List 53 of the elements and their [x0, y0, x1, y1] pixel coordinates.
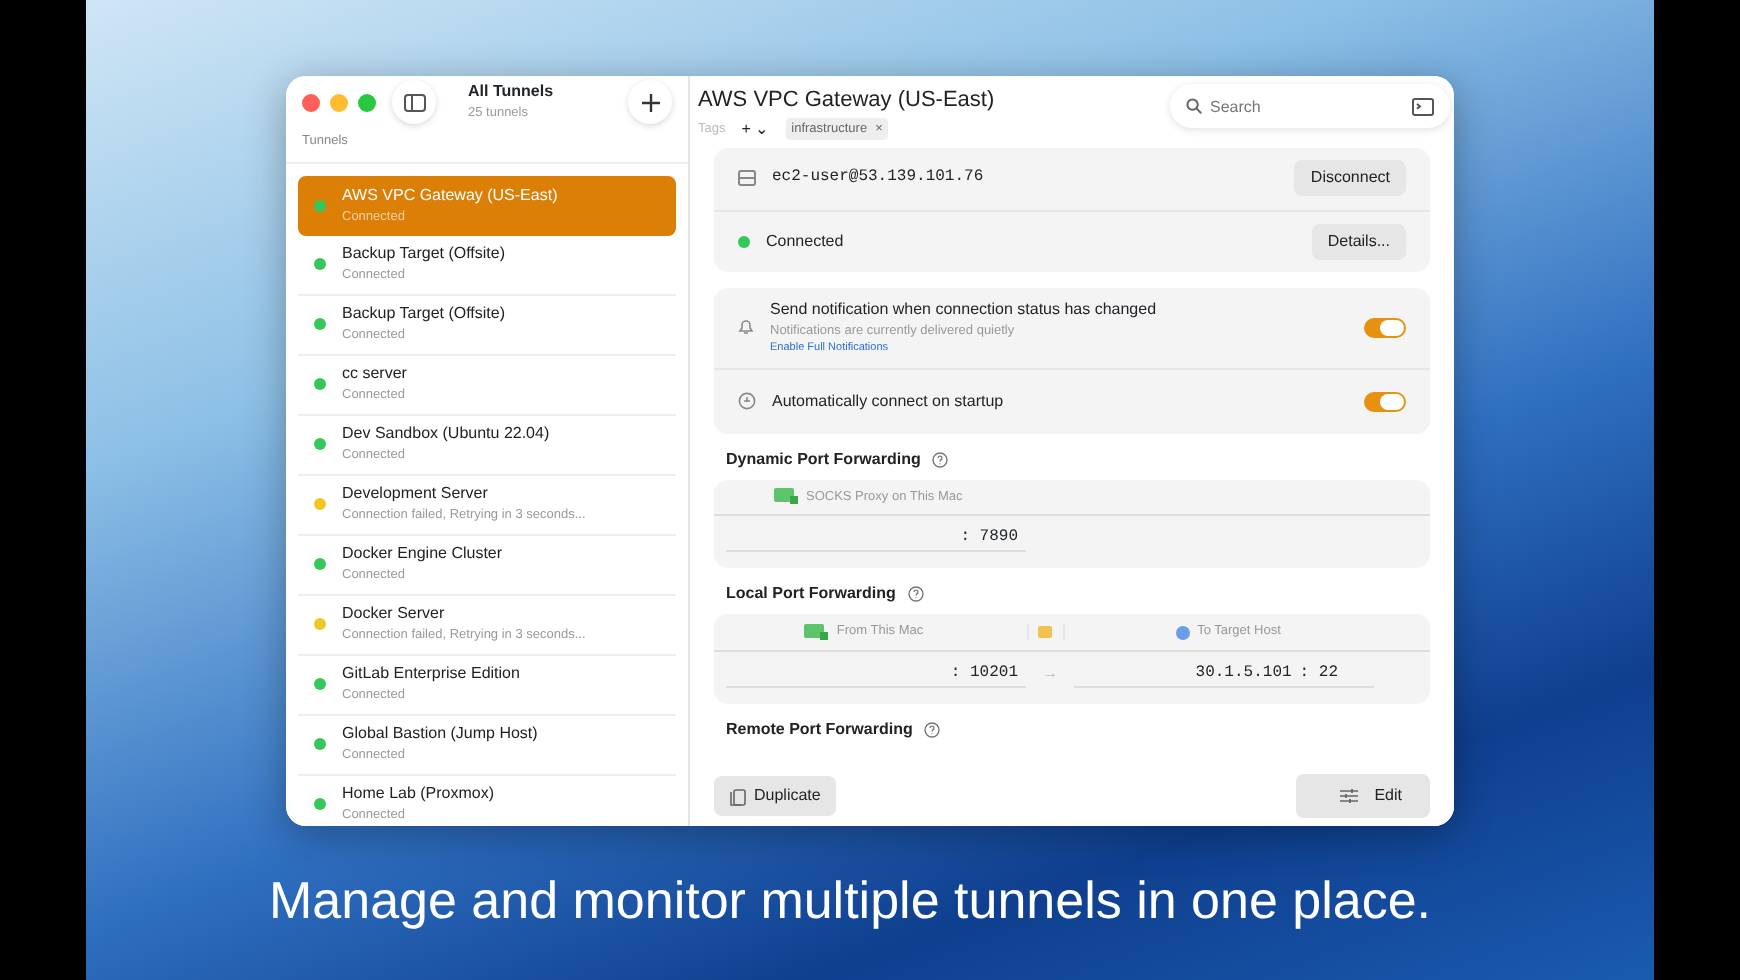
- tunnel-name: Home Lab (Proxmox): [342, 782, 495, 807]
- tunnel-name: Global Bastion (Jump Host): [342, 722, 538, 747]
- section-heading: Dynamic Port Forwarding: [726, 447, 921, 471]
- tunnel-name: Backup Target (Offsite): [342, 302, 506, 327]
- sidebar-toggle-button[interactable]: [392, 80, 436, 124]
- sliders-icon: [1340, 788, 1359, 804]
- sidebar-icon: [403, 93, 425, 111]
- add-button[interactable]: [628, 80, 672, 124]
- globe-icon: [1175, 625, 1190, 640]
- host-text: 30.1.5.101: [1195, 662, 1292, 686]
- tunnel-name: Docker Server: [342, 602, 447, 627]
- edit-button[interactable]: Edit: [1296, 774, 1430, 818]
- tunnel-name: Backup Target (Offsite): [342, 242, 506, 267]
- tunnel-name: Dev Sandbox (Ubuntu 22.04): [342, 422, 550, 447]
- detail-title: AWS VPC Gateway (US-East): [698, 86, 997, 116]
- copy-icon: [730, 787, 746, 805]
- help-icon[interactable]: [907, 586, 924, 603]
- host-address: ec2-user@53.139.101.76: [772, 166, 986, 190]
- setting-label: Automatically connect on startup: [772, 389, 1006, 413]
- add-tag-button[interactable]: + ⌄: [741, 117, 770, 141]
- caption-text: Manage and monitor multiple tunnels in one place.: [266, 868, 1434, 934]
- plus-icon: [641, 93, 659, 111]
- tunnel-name: Docker Engine Cluster: [342, 542, 503, 567]
- port-field[interactable]: : 10201: [726, 662, 1026, 688]
- disconnect-button[interactable]: Disconnect: [1294, 160, 1406, 196]
- duplicate-button[interactable]: Duplicate: [714, 776, 837, 816]
- computer-icon: [804, 624, 829, 641]
- server-icon: [738, 170, 756, 186]
- help-icon[interactable]: [932, 451, 949, 467]
- terminal-icon[interactable]: [1412, 97, 1434, 115]
- port-text: : 22: [1299, 662, 1338, 686]
- help-icon[interactable]: [924, 722, 941, 738]
- sidebar-title: All Tunnels: [468, 80, 556, 105]
- search-field[interactable]: Search: [1170, 84, 1450, 128]
- setting-label: Send notification when connection status has changed: [770, 297, 1159, 321]
- section-heading: Local Port Forwarding: [726, 582, 896, 607]
- toggle-switch[interactable]: [1364, 317, 1406, 337]
- tunnel-name: Development Server: [342, 482, 490, 507]
- tunnel-name: GitLab Enterprise Edition: [342, 662, 520, 687]
- search-icon: [1186, 98, 1202, 114]
- section-heading: Remote Port Forwarding: [726, 718, 913, 742]
- close-button[interactable]: [302, 93, 320, 111]
- target-host-field[interactable]: 30.1.5.101 : 22: [1074, 662, 1374, 688]
- power-icon: [738, 392, 756, 410]
- arrow-icon: →: [1026, 663, 1074, 687]
- connection-status: Connected: [766, 229, 846, 253]
- tunnel-name: AWS VPC Gateway (US-East): [342, 183, 558, 208]
- computer-icon: [774, 488, 798, 505]
- port-field[interactable]: : 7890: [726, 526, 1026, 553]
- tunnel-name: cc server: [342, 362, 407, 387]
- toggle-switch[interactable]: [1364, 391, 1406, 411]
- bell-icon: [738, 318, 754, 336]
- details-button[interactable]: Details...: [1311, 223, 1406, 259]
